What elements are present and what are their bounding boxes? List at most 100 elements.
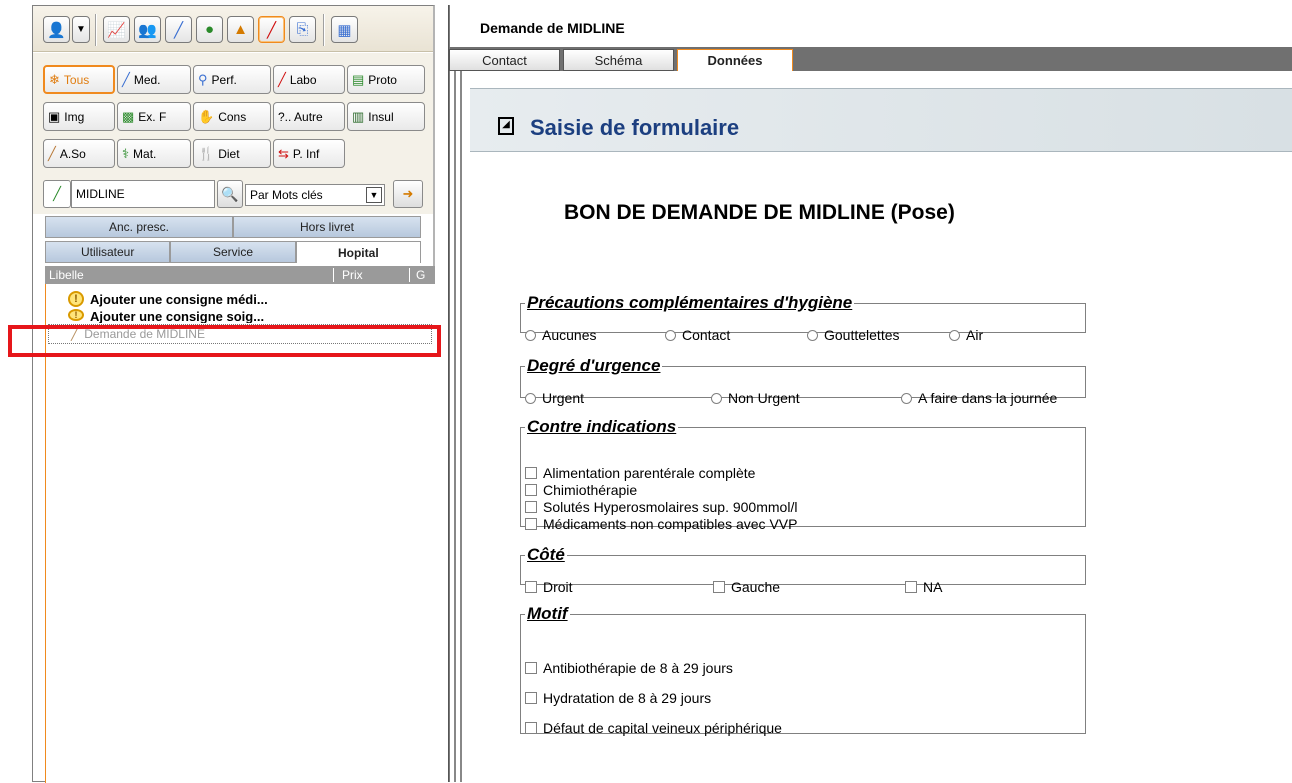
request-panel: Demande de MIDLINE Contact Schéma Donnée…	[448, 5, 1292, 782]
radio-circle[interactable]	[949, 329, 960, 341]
radio-non-urgent[interactable]: Non Urgent	[711, 390, 800, 406]
red-pen-icon[interactable]: ╱	[258, 16, 285, 43]
radio-contact[interactable]: Contact	[665, 327, 730, 343]
radio-circle[interactable]	[525, 392, 536, 404]
tab-hopital[interactable]: Hopital	[295, 241, 421, 263]
checkbox-square[interactable]	[525, 662, 537, 674]
checkbox-gauche[interactable]: Gauche	[713, 579, 780, 595]
radio-air[interactable]: Air	[949, 327, 983, 343]
checkbox-square[interactable]	[905, 581, 917, 593]
list-header: Libelle Prix G	[45, 266, 435, 284]
checkbox-square[interactable]	[525, 484, 537, 496]
checkbox-square[interactable]	[525, 581, 537, 593]
category-buttons: ❄ Tous ╱ Med. ⚲ Perf. ╱ Labo ▤ Proto ▣ Img ▩ Ex…	[33, 53, 433, 177]
legend-contre-indications: Contre indications	[527, 417, 677, 436]
category-insul-button[interactable]: ▥ Insul	[347, 102, 425, 131]
tab-schema[interactable]: Schéma	[563, 49, 674, 71]
category-labo-button[interactable]: ╱ Labo	[273, 65, 345, 94]
category-med-button[interactable]: ╱ Med.	[117, 65, 191, 94]
radio-circle[interactable]	[711, 392, 722, 404]
infusion-icon: ⚲	[198, 71, 208, 87]
warning-shield-icon: !	[68, 291, 84, 307]
tab-anc-presc[interactable]: Anc. presc.	[45, 216, 233, 238]
category-exf-button[interactable]: ▩ Ex. F	[117, 102, 191, 131]
checkbox-na[interactable]: NA	[905, 579, 942, 595]
tab-contact[interactable]: Contact	[449, 49, 560, 71]
category-aso-button[interactable]: ╱ A.So	[43, 139, 115, 168]
radio-circle[interactable]	[665, 329, 676, 341]
category-mat-button[interactable]: ⚕ Mat.	[117, 139, 191, 168]
search-mode-select[interactable]: Par Mots clés ▼	[245, 184, 385, 206]
category-img-button[interactable]: ▣ Img	[43, 102, 115, 131]
checkbox-square[interactable]	[525, 518, 537, 530]
tab-donnees[interactable]: Données	[677, 49, 793, 71]
chart-icon[interactable]: 📈	[103, 16, 130, 43]
category-autre-button[interactable]: ?.. Autre	[273, 102, 345, 131]
cutlery-icon: 🍴	[198, 145, 215, 161]
radio-circle[interactable]	[525, 329, 536, 341]
category-diet-button[interactable]: 🍴 Diet	[193, 139, 271, 168]
radio-urgent[interactable]: Urgent	[525, 390, 584, 406]
checkbox-square[interactable]	[525, 467, 537, 479]
patient-icon[interactable]: 👤	[43, 16, 70, 43]
tab-utilisateur[interactable]: Utilisateur	[45, 241, 171, 263]
radio-aucunes[interactable]: Aucunes	[525, 327, 596, 343]
syringe-icon: ╱	[122, 71, 130, 87]
prescription-list: ! Ajouter une consigne médi... ! Ajouter u…	[45, 284, 435, 783]
checkbox-antibiotherapie[interactable]: Antibiothérapie de 8 à 29 jours	[525, 660, 733, 676]
search-icon[interactable]: 🔍	[217, 180, 243, 208]
category-proto-button[interactable]: ▤ Proto	[347, 65, 425, 94]
list-item[interactable]: ! Ajouter une consigne médi...	[46, 289, 436, 309]
banner-title: Saisie de formulaire	[530, 115, 740, 140]
syringe-icon[interactable]: ╱	[165, 16, 192, 43]
radio-dans-la-journee[interactable]: A faire dans la journée	[901, 390, 1057, 406]
checkbox-hydratation[interactable]: Hydratation de 8 à 29 jours	[525, 690, 711, 706]
search-input[interactable]	[71, 180, 215, 208]
go-icon[interactable]: ➜	[393, 180, 423, 208]
handshake-icon: ✋	[198, 108, 215, 124]
category-perf-button[interactable]: ⚲ Perf.	[193, 65, 271, 94]
dropdown-arrow-icon[interactable]: ▼	[72, 16, 90, 43]
list-item[interactable]: ! Ajouter une consigne soig...	[46, 309, 436, 323]
category-cons-button[interactable]: ✋ Cons	[193, 102, 271, 131]
checkbox-square[interactable]	[713, 581, 725, 593]
globe-icon[interactable]: ●	[196, 16, 223, 43]
checkbox-square[interactable]	[525, 692, 537, 704]
checkbox-chimiotherapie[interactable]: Chimiothérapie	[525, 482, 637, 498]
warning-icon[interactable]: ▲	[227, 16, 254, 43]
radio-circle[interactable]	[901, 392, 912, 404]
tab-row-top: Anc. presc. Hors livret	[45, 216, 421, 238]
radio-gouttelettes[interactable]: Gouttelettes	[807, 327, 900, 343]
chevron-down-icon[interactable]: ▼	[366, 187, 382, 203]
checkbox-medicaments[interactable]: Médicaments non compatibles avec VVP	[525, 516, 797, 532]
category-pinf-button[interactable]: ⇆ P. Inf	[273, 139, 345, 168]
checkbox-alimentation[interactable]: Alimentation parentérale complète	[525, 465, 755, 481]
export-icon[interactable]: ⎘	[289, 16, 316, 43]
grid-icon[interactable]: ▦	[331, 16, 358, 43]
column-prix[interactable]: Prix	[333, 268, 363, 282]
checkbox-square[interactable]	[525, 501, 537, 513]
protocol-icon: ▤	[352, 71, 365, 87]
tab-service[interactable]: Service	[170, 241, 296, 263]
checkbox-defaut-capital[interactable]: Défaut de capital veineux périphérique	[525, 720, 782, 736]
form-icon: ◢	[498, 117, 514, 135]
category-tous-button[interactable]: ❄ Tous	[43, 65, 115, 94]
column-libelle[interactable]: Libelle	[49, 268, 84, 282]
checkbox-square[interactable]	[525, 722, 537, 734]
panel-title-bar: Demande de MIDLINE	[450, 5, 1292, 47]
checkbox-droit[interactable]: Droit	[525, 579, 573, 595]
toolbar-separator	[95, 14, 97, 46]
search-row: ╱ 🔍 Par Mots clés▼ ➜	[33, 177, 433, 214]
group-cote: Côté Droit Gauche NA	[520, 545, 1086, 595]
tab-hors-livret[interactable]: Hors livret	[233, 216, 421, 238]
radio-circle[interactable]	[807, 329, 818, 341]
group-urgence: Degré d'urgence Urgent Non Urgent A fair…	[520, 356, 1086, 406]
toolbar-separator	[323, 14, 325, 46]
pen-icon[interactable]: ╱	[43, 180, 71, 208]
checkbox-solutes[interactable]: Solutés Hyperosmolaires sup. 900mmol/l	[525, 499, 797, 515]
group-contre-indications: Contre indications Alimentation parentér…	[520, 417, 1086, 532]
column-g[interactable]: G	[409, 268, 425, 282]
stethoscope-icon: ⚕	[122, 145, 130, 161]
lab-pen-icon: ╱	[278, 71, 286, 87]
team-icon[interactable]: 👥	[134, 16, 161, 43]
